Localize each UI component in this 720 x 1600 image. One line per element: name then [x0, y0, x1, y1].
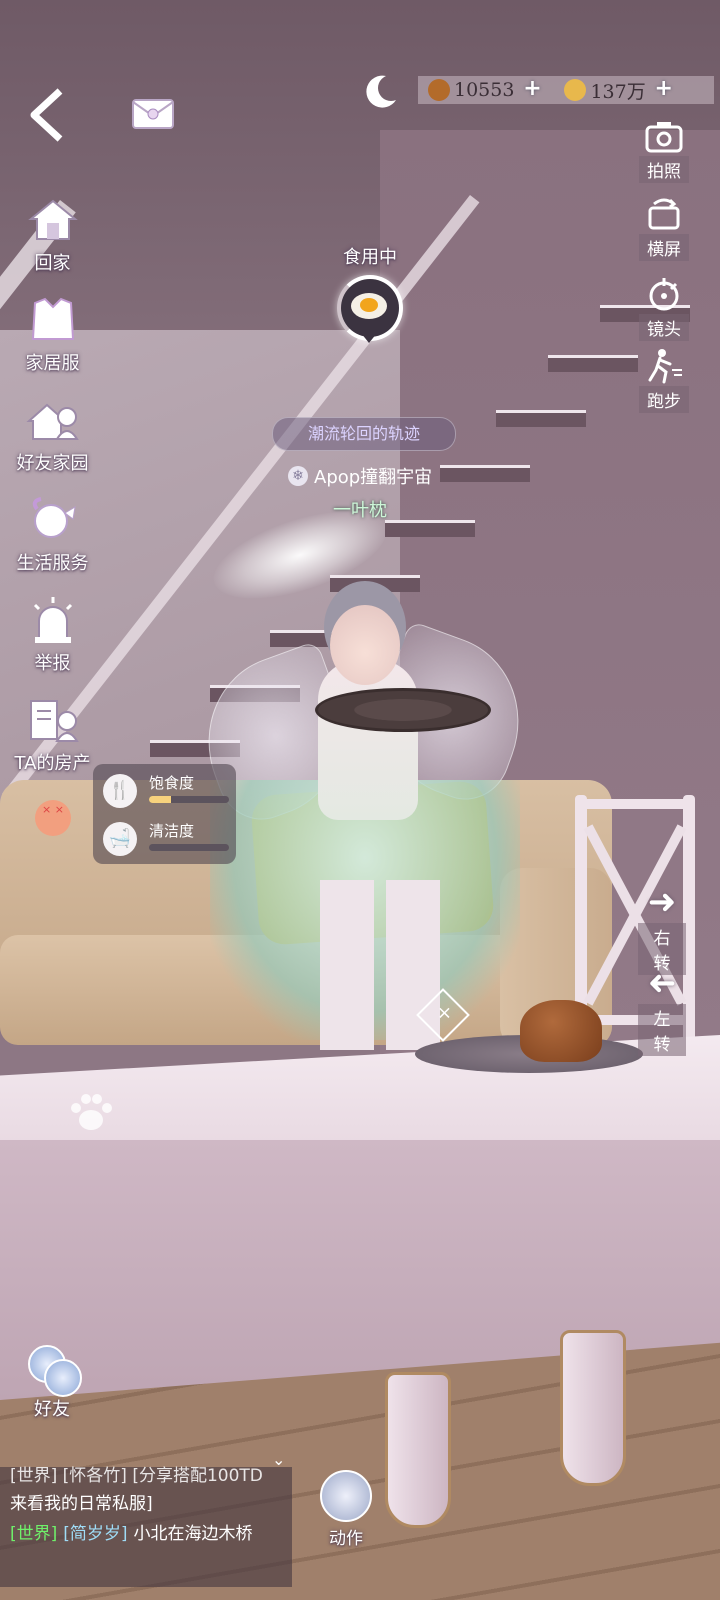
chat-line: 来看我的日常私服] [10, 1489, 153, 1514]
back-button[interactable] [24, 85, 74, 145]
friends-label: 好友 [34, 1399, 70, 1420]
stair-step [496, 410, 586, 427]
pet-paw-icon[interactable] [64, 1090, 118, 1134]
menu-label: 举报 [34, 653, 71, 674]
eating-label: 食用中 [343, 247, 397, 268]
property-icon [25, 695, 81, 745]
snowflake-icon: ❄ [288, 466, 308, 486]
menu-their-property[interactable]: TA的房产 [0, 695, 105, 775]
lens-icon [644, 276, 684, 312]
satiety-fill [149, 796, 172, 803]
report-alarm-icon [25, 595, 81, 645]
chat-box[interactable]: [世界] [怀各竹] [分享搭配100TD 来看我的日常私服] [世界] [简岁岁… [0, 1466, 292, 1587]
stair-step [330, 575, 420, 592]
action-button[interactable]: 动作 [318, 1470, 374, 1549]
food-tray [315, 688, 491, 732]
turn-left-label: 左转 [638, 1004, 686, 1056]
home-outfit-icon [25, 295, 81, 345]
home-icon [25, 195, 81, 245]
satiety-row: 🍴 饱食度 [103, 770, 233, 814]
landscape-label: 横屏 [639, 234, 689, 261]
turn-left-button[interactable]: ➜ 左转 [638, 963, 686, 1056]
menu-label: 好友家园 [16, 453, 89, 474]
action-emote-icon [320, 1470, 372, 1522]
moon-icon [366, 75, 396, 108]
player-subname: 一叶枕 [333, 500, 387, 521]
run-button[interactable]: 跑步 [628, 348, 700, 413]
menu-home-outfit[interactable]: 家居服 [0, 295, 105, 375]
menu-label: 生活服务 [16, 553, 89, 574]
life-service-icon [25, 495, 81, 545]
mail-button[interactable] [125, 92, 181, 136]
mood-face-icon[interactable]: × × [35, 800, 71, 836]
add-acorn-button[interactable]: + [522, 78, 542, 100]
lens-button[interactable]: 镜头 [628, 276, 700, 341]
friend-home-icon [25, 395, 81, 445]
table-leg [560, 1330, 626, 1486]
status-panel: 🍴 饱食度 🛁 清洁度 [93, 764, 236, 864]
chat-channel: [世界] [10, 1524, 58, 1544]
day-night-button[interactable] [358, 70, 402, 114]
menu-label: TA的房产 [14, 753, 91, 774]
arrow-right-icon: ➜ [647, 882, 677, 922]
food-dish-icon [351, 293, 387, 319]
run-icon [644, 348, 684, 384]
menu-label: 家居服 [25, 353, 80, 374]
mail-icon [132, 99, 174, 129]
satiety-label: 饱食度 [149, 774, 195, 792]
menu-report[interactable]: 举报 [0, 595, 105, 675]
menu-friend-home[interactable]: 好友家园 [0, 395, 105, 475]
fork-spoon-icon: 🍴 [103, 774, 137, 808]
back-arrow-icon [30, 88, 63, 142]
chat-line: [世界] [简岁岁] 小北在海边木桥 [10, 1519, 253, 1544]
arrow-left-icon: ➜ [647, 963, 677, 1003]
player-name: Apop撞翻宇宙 [314, 467, 433, 488]
camera-icon [644, 118, 684, 154]
currency-gem: 137万 [554, 77, 646, 104]
eating-progress-ring [337, 275, 403, 343]
player-title: 潮流轮回的轨迹 [307, 424, 420, 443]
menu-life-service[interactable]: 生活服务 [0, 495, 105, 575]
chat-text: [世界] [怀各竹] [分享搭配100TD [10, 1466, 263, 1486]
table-leg [385, 1372, 451, 1528]
friends-icon [24, 1345, 82, 1397]
turn-right-button[interactable]: ➜ 右转 [638, 885, 686, 975]
cleanliness-label: 清洁度 [149, 822, 195, 840]
currency-acorn: 10553 [418, 79, 514, 101]
run-label: 跑步 [639, 386, 689, 413]
player-title-badge: 潮流轮回的轨迹 [272, 417, 456, 451]
character-head [330, 605, 400, 685]
photo-button[interactable]: 拍照 [628, 118, 700, 183]
friends-button[interactable]: 好友 [20, 1345, 84, 1421]
acorn-icon [428, 79, 450, 101]
cleanliness-bar [149, 844, 229, 851]
cleanliness-row: 🛁 清洁度 [103, 818, 233, 862]
add-coin-button[interactable]: + [654, 78, 674, 100]
coin-shield-icon [564, 79, 587, 101]
chat-line: [世界] [怀各竹] [分享搭配100TD [10, 1461, 263, 1486]
stair-step [548, 355, 638, 372]
photo-label: 拍照 [639, 156, 689, 183]
satiety-bar [149, 796, 229, 803]
menu-label: 回家 [34, 253, 71, 274]
bathtub-icon: 🛁 [103, 822, 137, 856]
menu-go-home[interactable]: 回家 [0, 195, 105, 275]
landscape-button[interactable]: 横屏 [628, 196, 700, 261]
rotate-screen-icon [644, 196, 684, 232]
acorn-amount: 10553 [454, 79, 515, 101]
chat-sender[interactable]: [简岁岁] [63, 1524, 127, 1544]
currency-bar: 10553 + 137万 + [418, 76, 714, 104]
chat-text: 来看我的日常私服] [10, 1494, 153, 1514]
lens-label: 镜头 [639, 314, 689, 341]
character-legs [320, 880, 440, 1050]
action-label: 动作 [329, 1529, 363, 1549]
pudding [520, 1000, 602, 1062]
chat-message: 小北在海边木桥 [133, 1524, 253, 1544]
stair-step [385, 520, 475, 537]
eating-indicator[interactable]: 食用中 [330, 243, 410, 343]
coin-amount: 137万 [590, 80, 646, 103]
player-nameplate[interactable]: ❄ Apop撞翻宇宙 [288, 463, 488, 489]
